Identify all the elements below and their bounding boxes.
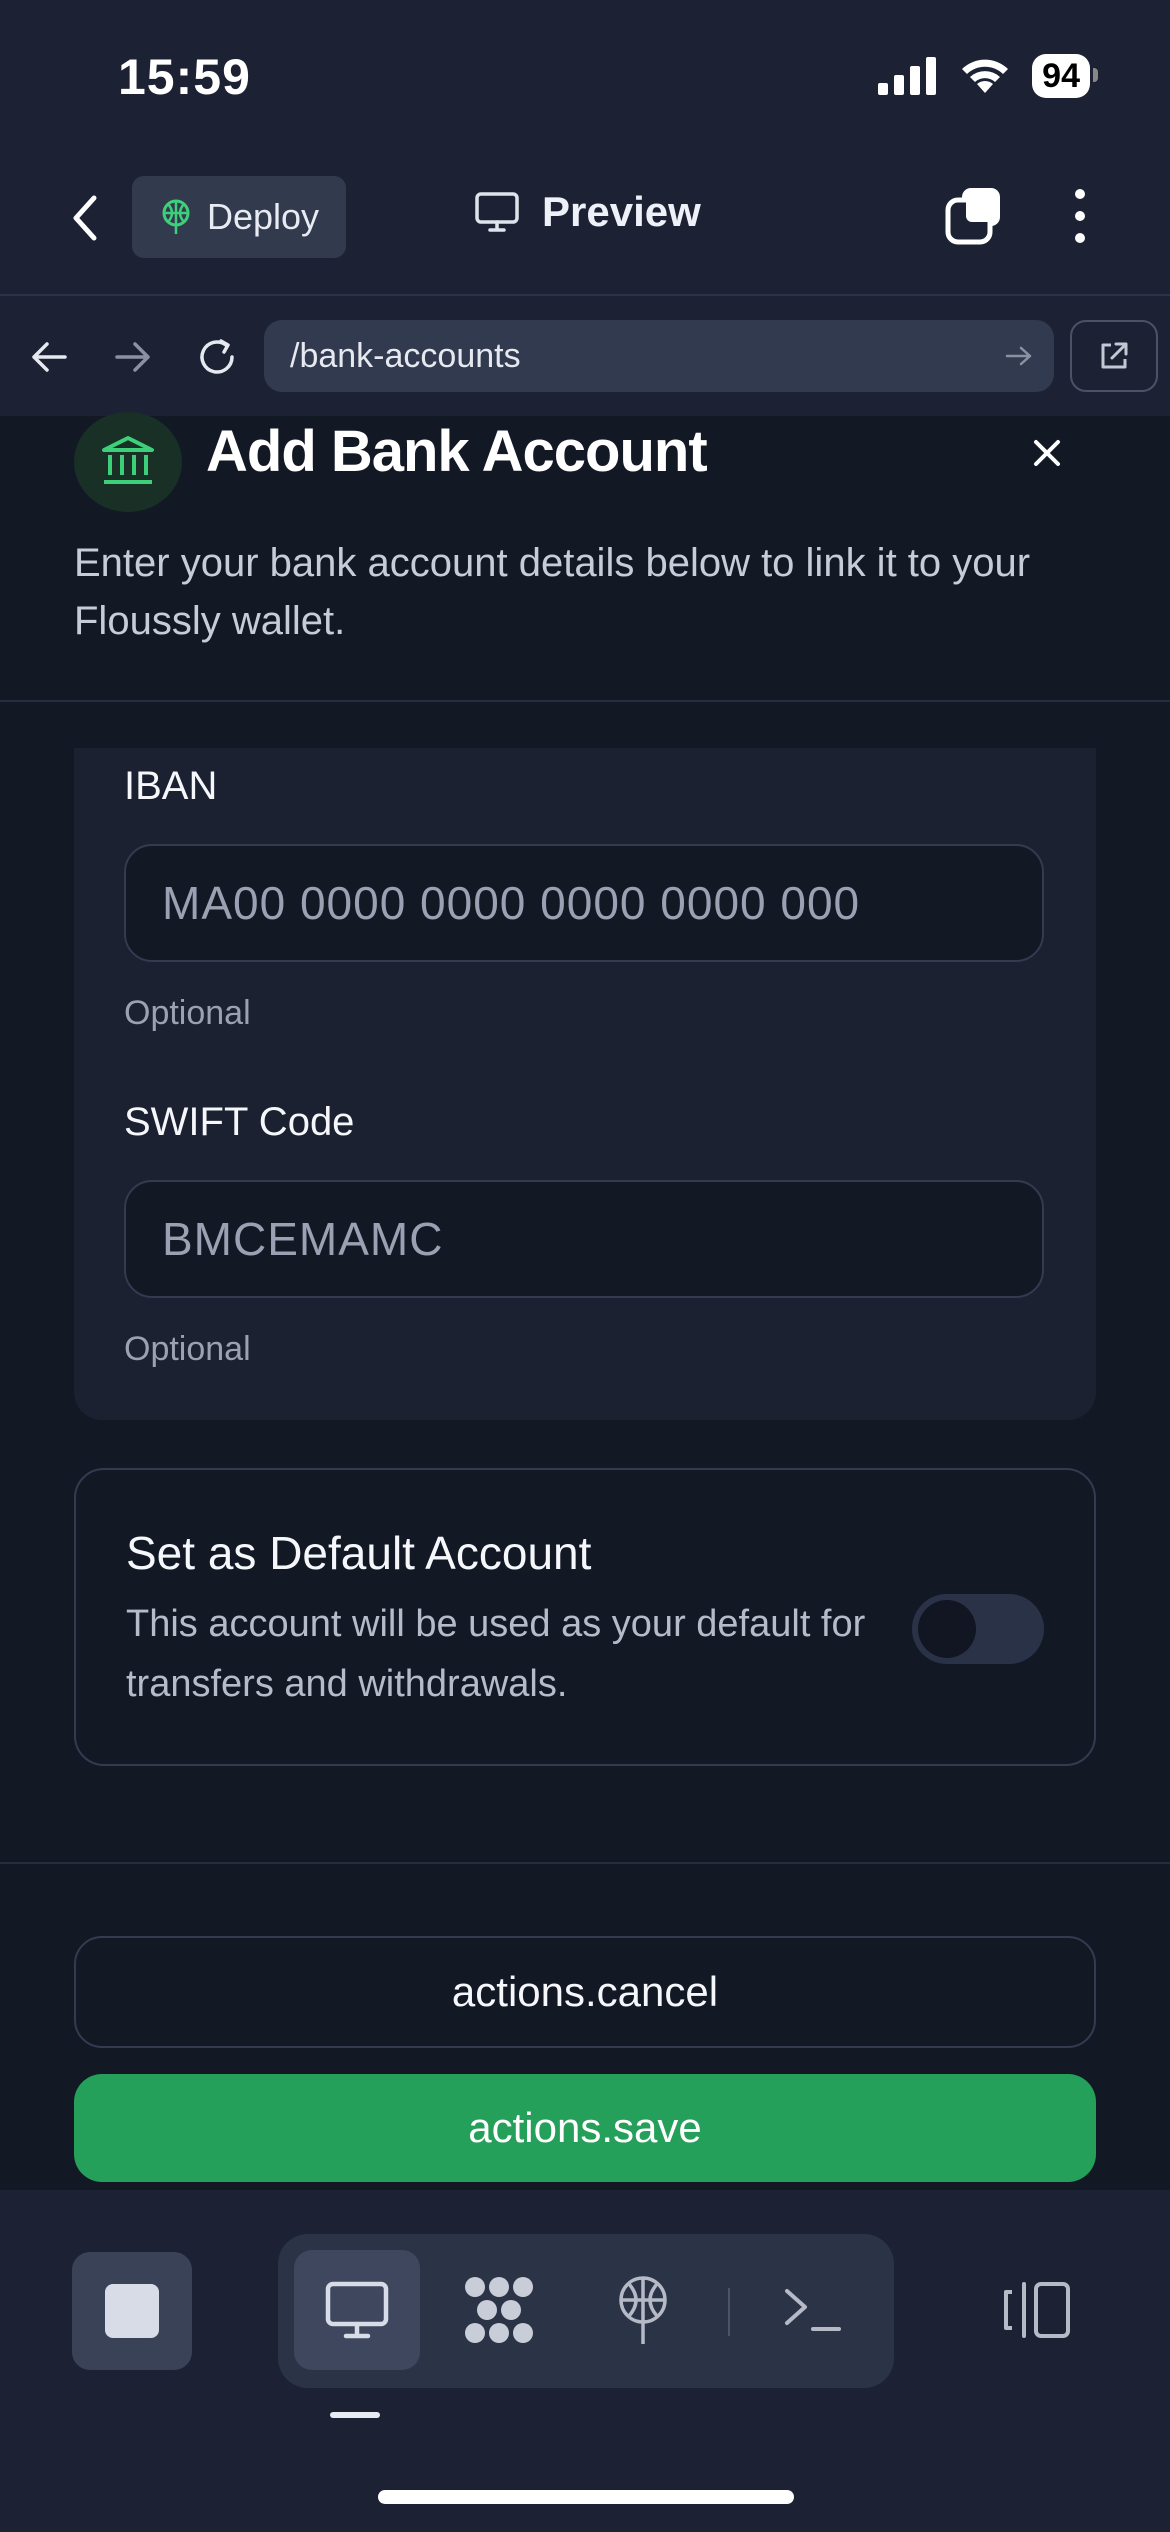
browser-forward-button[interactable] <box>108 332 158 382</box>
workflow-tool-button[interactable] <box>436 2250 562 2370</box>
chevron-left-icon <box>73 195 97 241</box>
wifi-icon <box>962 59 1009 93</box>
preview-tab[interactable]: Preview <box>474 188 701 236</box>
monitor-icon <box>325 2281 389 2339</box>
swift-input[interactable]: BMCEMAMC <box>124 1180 1044 1298</box>
preview-label: Preview <box>542 188 701 235</box>
bank-icon <box>102 436 154 484</box>
more-vertical-icon[interactable] <box>1068 184 1092 248</box>
toolbar-separator <box>728 2288 730 2336</box>
swift-placeholder: BMCEMAMC <box>162 1213 444 1265</box>
footer-divider <box>0 1862 1170 1864</box>
default-account-description: This account will be used as your defaul… <box>126 1603 866 1705</box>
battery-indicator: 94 <box>1032 54 1098 98</box>
bank-badge <box>74 412 182 512</box>
iban-placeholder: MA00 0000 0000 0000 0000 000 <box>162 877 861 929</box>
iban-label: IBAN <box>124 764 218 808</box>
cancel-button[interactable]: actions.cancel <box>74 1936 1096 2048</box>
default-account-title: Set as Default Account <box>126 1527 592 1579</box>
save-button[interactable]: actions.save <box>74 2074 1096 2182</box>
iban-input[interactable]: MA00 0000 0000 0000 0000 000 <box>124 844 1044 962</box>
terminal-icon <box>785 2289 841 2331</box>
status-icons: 94 <box>878 54 1098 98</box>
browser-back-button[interactable] <box>24 332 74 382</box>
home-indicator[interactable] <box>378 2490 794 2504</box>
terminal-tool-button[interactable] <box>750 2250 876 2370</box>
go-arrow-icon[interactable] <box>1004 344 1034 368</box>
signal-icon <box>878 57 937 95</box>
reload-button[interactable] <box>192 332 242 382</box>
stop-button[interactable] <box>72 2252 192 2370</box>
deploy-icon <box>619 2276 667 2344</box>
iban-hint: Optional <box>124 994 251 1032</box>
workflow-icon <box>465 2277 533 2343</box>
deploy-label: Deploy <box>206 196 320 237</box>
arrow-left-icon <box>32 342 67 372</box>
swift-hint: Optional <box>124 1330 251 1368</box>
status-time: 15:59 <box>118 49 251 105</box>
back-button[interactable] <box>60 188 110 248</box>
deploy-tool-button[interactable] <box>580 2250 706 2370</box>
preview-tool-button[interactable] <box>294 2250 420 2370</box>
url-field[interactable]: /bank-accounts <box>264 320 1054 392</box>
layout-toggle-button[interactable] <box>974 2250 1100 2370</box>
dialog-title: Add Bank Account <box>206 419 708 484</box>
dialog-description: Enter your bank account details below to… <box>74 541 1031 643</box>
close-button[interactable] <box>1020 426 1074 480</box>
header-divider <box>0 700 1170 702</box>
external-link-icon <box>1101 342 1128 369</box>
active-tab-indicator <box>330 2412 380 2418</box>
stop-icon <box>105 2284 159 2338</box>
tabs-icon[interactable] <box>942 184 1006 248</box>
deploy-icon <box>162 199 190 234</box>
swift-label: SWIFT Code <box>124 1100 355 1144</box>
open-external-button[interactable] <box>1070 320 1158 392</box>
split-view-icon <box>1004 2282 1070 2338</box>
toggle-knob <box>918 1600 976 1658</box>
close-icon <box>1034 440 1060 466</box>
reload-icon <box>200 339 234 374</box>
deploy-button[interactable]: Deploy <box>132 176 346 258</box>
url-text: /bank-accounts <box>290 336 521 375</box>
monitor-icon <box>475 192 519 232</box>
arrow-right-icon <box>115 342 150 372</box>
default-account-toggle[interactable] <box>912 1594 1044 1664</box>
